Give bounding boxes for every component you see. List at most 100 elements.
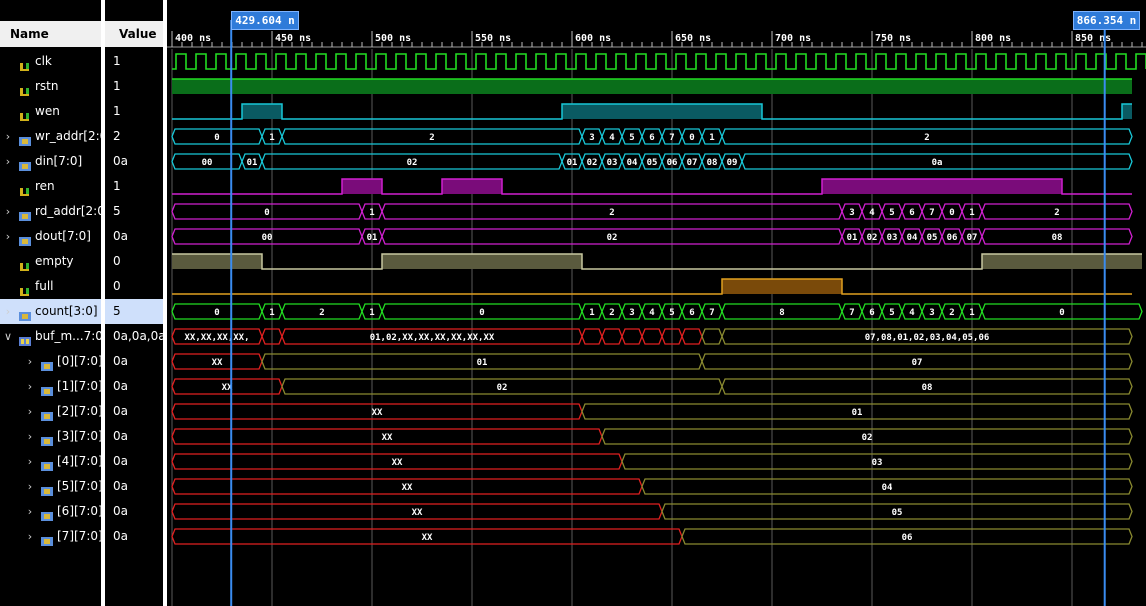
signal-value: 0a [113,354,128,368]
wr_addr-bus-value: 7 [669,133,674,143]
expand-chevron-icon[interactable]: › [3,199,13,224]
rd_addr-bus-value: 1 [369,208,374,218]
signal-value: 5 [113,204,121,218]
ren-high-fill [342,179,382,194]
signal-row-11[interactable]: ∨ buf_m...7:0] [0,324,101,349]
signal-value: 0a [113,479,128,493]
expand-chevron-icon[interactable]: › [25,474,35,499]
signal-value: 0a [113,504,128,518]
signal-row-14[interactable]: › [2][7:0] [0,399,101,424]
signal-row-12[interactable]: › [0][7:0] [0,349,101,374]
expand-chevron-icon[interactable]: › [25,499,35,524]
buf_mem-bus-value: XX,XX,XX,XX, [184,333,249,343]
signal-value: 1 [113,79,121,93]
bit-signal-icon [19,256,31,271]
signal-name: full [35,279,54,293]
expand-chevron-icon[interactable]: › [3,299,13,324]
signal-row-6[interactable]: › rd_addr[2:0] [0,199,101,224]
wr_addr-bus-value: 2 [429,133,434,143]
collapse-chevron-icon[interactable]: ∨ [3,324,13,349]
rd_addr-bus-value: 3 [849,208,854,218]
expand-chevron-icon[interactable]: › [25,424,35,449]
expand-chevron-icon[interactable]: › [3,224,13,249]
signal-row-5[interactable]: ren [0,174,101,199]
signal-name: [0][7:0] [57,354,101,368]
signal-name: empty [35,254,74,268]
signal-row-15[interactable]: › [3][7:0] [0,424,101,449]
signal-name: [2][7:0] [57,404,101,418]
time-tick-label: 700 ns [775,33,811,44]
signal-name: rstn [35,79,59,93]
signal-value: 5 [105,299,163,324]
expand-chevron-icon[interactable]: › [3,149,13,174]
din-bus-value: 01 [567,158,578,168]
value-column-header[interactable]: Value [105,21,163,47]
count-bus-value: 0 [1059,308,1064,318]
primary-cursor-label[interactable]: 429.604 n [231,11,299,30]
din-bus-value: 07 [687,158,698,168]
signal-row-18[interactable]: › [6][7:0] [0,499,101,524]
count-bus-value: 1 [269,308,274,318]
buf1-bus-value: 02 [497,383,508,393]
signal-row-16[interactable]: › [4][7:0] [0,449,101,474]
signal-row-0[interactable]: clk [0,49,101,74]
dout-bus-value: 03 [887,233,898,243]
signal-name: [5][7:0] [57,479,101,493]
buf_mem-bus-segment [701,328,723,345]
full-high-fill [722,279,842,294]
expand-chevron-icon[interactable]: › [25,524,35,549]
signal-name: [6][7:0] [57,504,101,518]
rd_addr-bus-value: 7 [929,208,934,218]
signal-row-13[interactable]: › [1][7:0] [0,374,101,399]
waveform-canvas[interactable]: 400 ns 450 ns 500 ns 550 ns 600 ns 650 ns 700 … [167,0,1146,606]
secondary-cursor-label[interactable]: 866.354 n [1072,11,1141,30]
signal-row-1[interactable]: rstn [0,74,101,99]
signal-row-4[interactable]: › din[7:0] [0,149,101,174]
din-bus-value: 04 [627,158,638,168]
expand-chevron-icon[interactable]: › [25,349,35,374]
bit-signal-icon [19,181,31,196]
signal-row-7[interactable]: › dout[7:0] [0,224,101,249]
din-bus-value: 00 [202,158,213,168]
signal-row-3[interactable]: › wr_addr[2:0] [0,124,101,149]
signal-value: 1 [113,179,121,193]
time-tick-label: 450 ns [275,33,311,44]
name-column-header[interactable]: Name [0,21,101,47]
signal-row-10[interactable]: › count[3:0] [0,299,101,324]
time-tick-label: 600 ns [575,33,611,44]
expand-chevron-icon[interactable]: › [25,449,35,474]
signal-name: wen [35,104,60,118]
signal-row-17[interactable]: › [5][7:0] [0,474,101,499]
bus-signal-icon [41,356,53,371]
buf_mem-bus-segment [641,328,663,345]
bus-signal-icon [19,131,31,146]
expand-chevron-icon[interactable]: › [25,374,35,399]
waveform-svg[interactable]: 400 ns 450 ns 500 ns 550 ns 600 ns 650 ns 700 … [167,0,1146,606]
din-bus-value: 02 [407,158,418,168]
rd_addr-bus-value: 0 [264,208,269,218]
signal-row-9[interactable]: full [0,274,101,299]
buf0-bus-value: XX [212,358,223,368]
signal-name: [4][7:0] [57,454,101,468]
array-signal-icon [19,331,31,346]
signal-value: 0a [113,529,128,543]
signal-value: 0a [113,429,128,443]
rd_addr-bus-value: 4 [869,208,875,218]
signal-row-19[interactable]: › [7][7:0] [0,524,101,549]
dout-bus-value: 01 [367,233,378,243]
dout-bus-value: 04 [907,233,918,243]
count-bus-value: 6 [869,308,874,318]
count-bus-value: 6 [689,308,694,318]
count-bus-value: 5 [889,308,894,318]
count-bus-value: 4 [909,308,915,318]
expand-chevron-icon[interactable]: › [3,124,13,149]
signal-value: 0a,0a,0a, [113,329,163,343]
time-tick-label: 800 ns [975,33,1011,44]
signal-row-2[interactable]: wen [0,99,101,124]
signal-row-8[interactable]: empty [0,249,101,274]
expand-chevron-icon[interactable]: › [25,399,35,424]
wr_addr-bus-value: 2 [924,133,929,143]
buf6-bus-value: XX [412,508,423,518]
buf_mem-bus-segment [581,328,603,345]
count-bus-value: 1 [589,308,594,318]
